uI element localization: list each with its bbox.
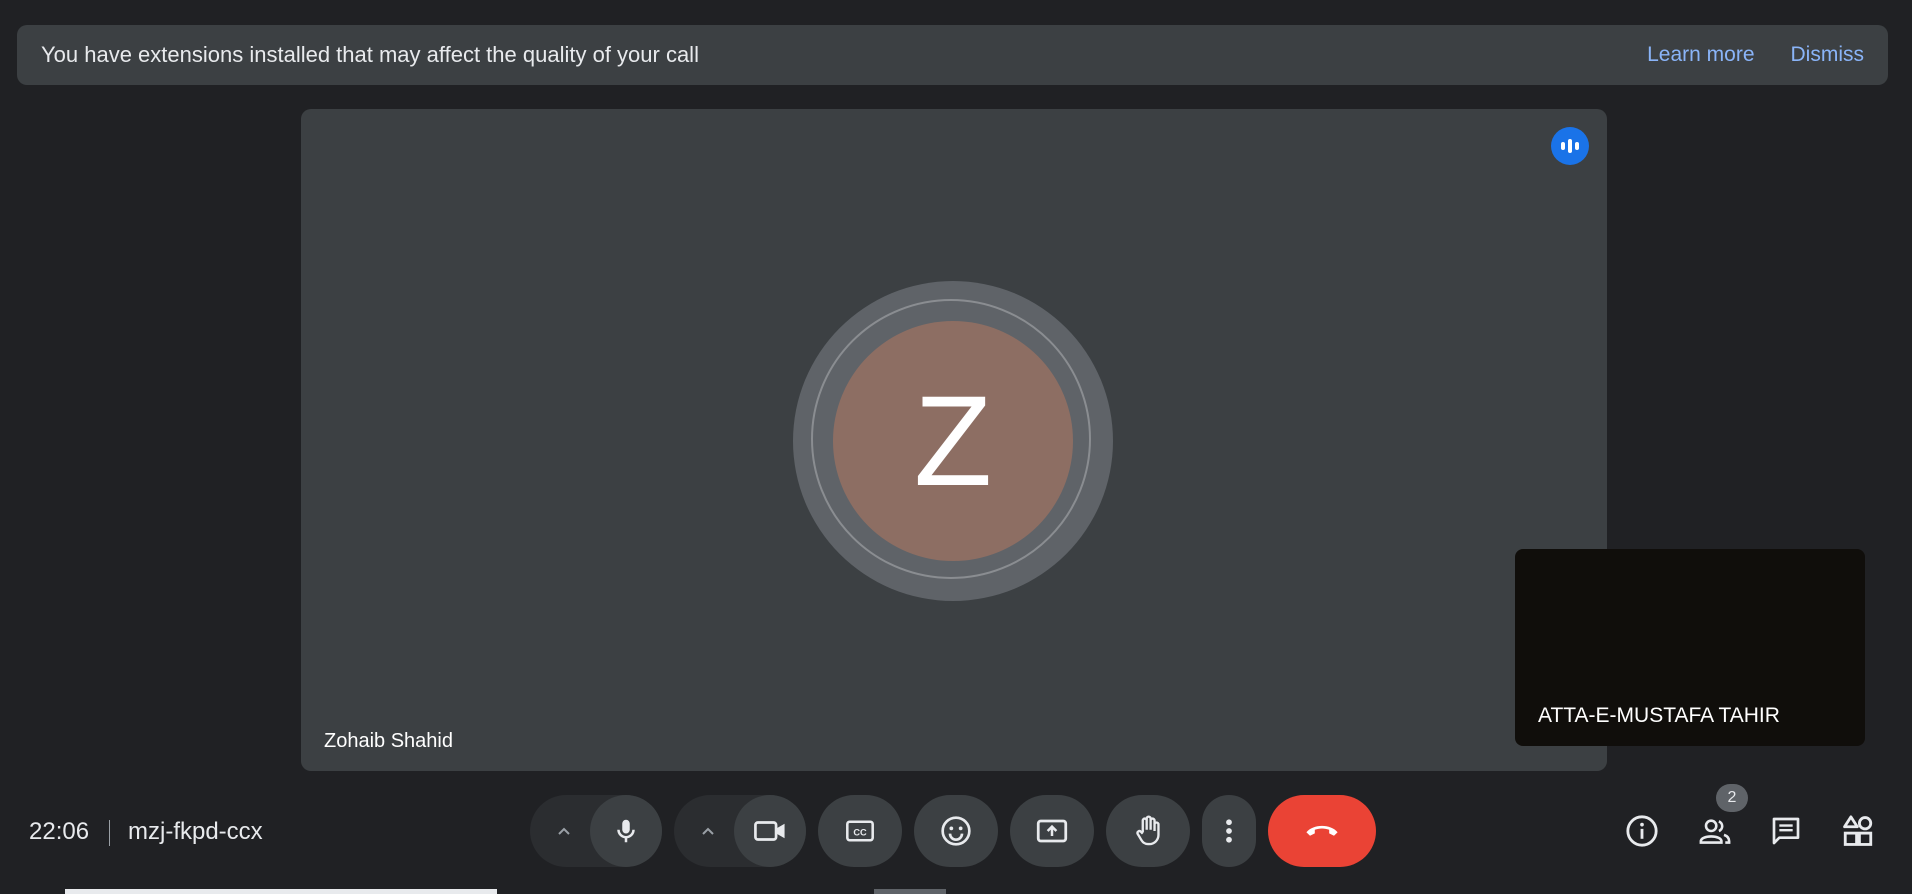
self-view-name: ATTA-E-MUSTAFA TAHIR [1538, 704, 1780, 727]
meeting-details-button[interactable] [1617, 806, 1667, 856]
microphone-icon [617, 819, 635, 843]
main-participant-tile: Z Zohaib Shahid [301, 109, 1607, 771]
people-icon [1699, 819, 1731, 844]
meeting-code: mzj-fkpd-ccx [128, 818, 263, 845]
chat-icon [1772, 817, 1800, 845]
info-icon [1626, 815, 1658, 847]
taskbar-edge-indicator [874, 889, 946, 894]
activities-button[interactable] [1833, 806, 1883, 856]
end-call-icon [1306, 825, 1338, 836]
self-view-tile[interactable]: ATTA-E-MUSTAFA TAHIR [1515, 549, 1865, 746]
camera-icon [754, 821, 785, 841]
captions-button[interactable]: CC [818, 795, 902, 867]
activities-icon [1843, 815, 1873, 846]
chevron-up-icon [702, 827, 714, 835]
more-options-button[interactable] [1202, 795, 1256, 867]
end-call-button[interactable] [1268, 795, 1376, 867]
bottom-control-bar: 22:06 mzj-fkpd-ccx CC 2 [0, 784, 1912, 884]
more-options-icon [1226, 819, 1232, 843]
present-screen-button[interactable] [1010, 795, 1094, 867]
video-options-button[interactable] [678, 795, 738, 867]
dismiss-button[interactable]: Dismiss [1791, 43, 1865, 67]
audio-options-button[interactable] [534, 795, 594, 867]
time-divider [109, 820, 110, 846]
participant-avatar: Z [833, 321, 1073, 561]
microphone-button[interactable] [590, 795, 662, 867]
participant-name: Zohaib Shahid [324, 730, 453, 752]
learn-more-link[interactable]: Learn more [1647, 43, 1754, 67]
speaking-indicator-icon [1551, 127, 1589, 165]
captions-icon: CC [846, 820, 874, 842]
raise-hand-button[interactable] [1106, 795, 1190, 867]
raise-hand-icon [1136, 815, 1160, 846]
banner-message: You have extensions installed that may a… [41, 42, 699, 67]
emoji-icon [941, 816, 971, 846]
camera-button[interactable] [734, 795, 806, 867]
reactions-button[interactable] [914, 795, 998, 867]
people-button[interactable] [1690, 806, 1740, 856]
present-screen-icon [1036, 819, 1068, 843]
taskbar-edge [65, 889, 497, 894]
chat-button[interactable] [1761, 806, 1811, 856]
svg-text:CC: CC [853, 828, 867, 838]
chevron-up-icon [558, 827, 570, 835]
meeting-time: 22:06 [29, 818, 90, 845]
extensions-warning-banner: You have extensions installed that may a… [17, 25, 1888, 85]
avatar-initial: Z [913, 369, 993, 513]
